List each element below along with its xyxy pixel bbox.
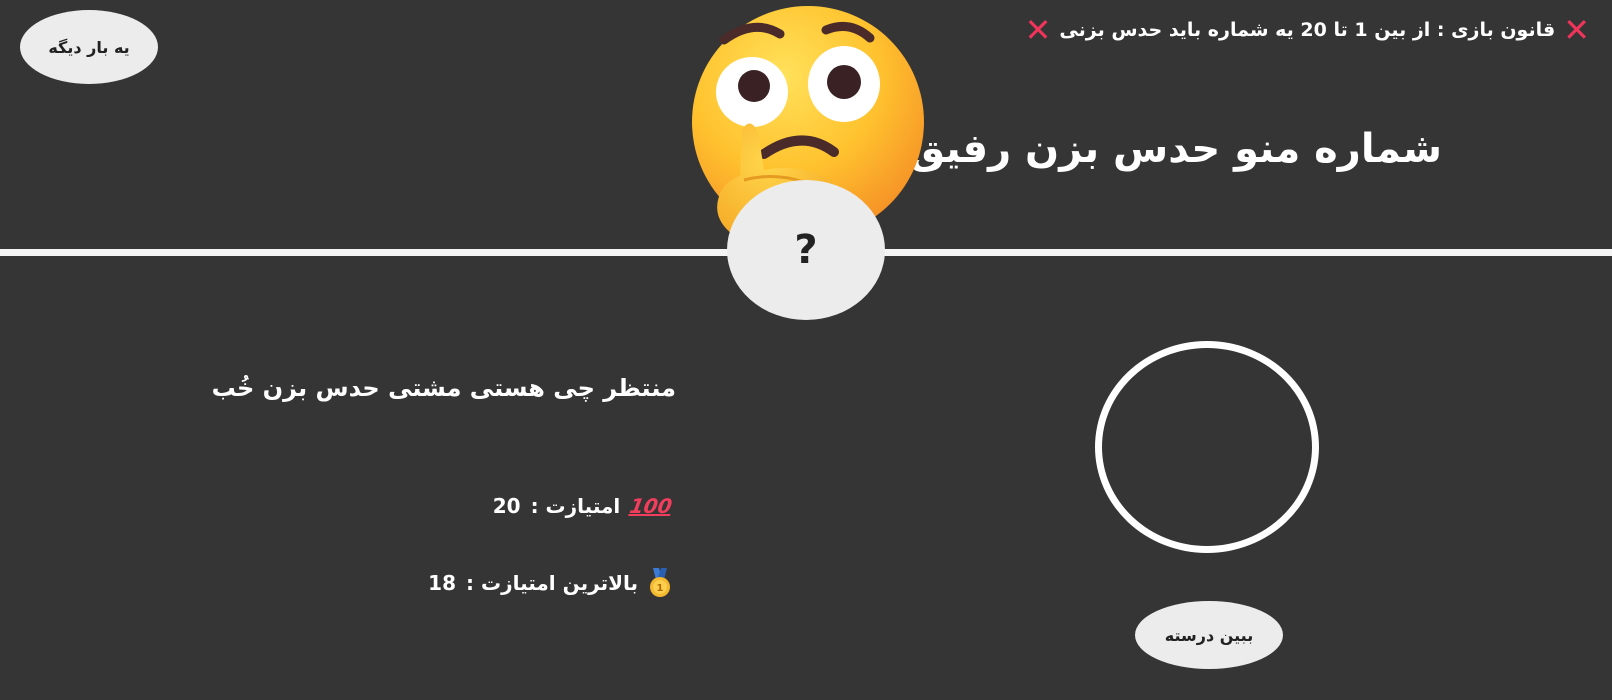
svg-text:1: 1 bbox=[657, 583, 664, 594]
page-title: شماره منو حدس بزن رفیق bbox=[909, 126, 1442, 172]
guess-input[interactable] bbox=[1095, 341, 1319, 553]
highscore-value: 18 bbox=[428, 571, 457, 595]
check-button[interactable]: ببین درسته bbox=[1135, 601, 1283, 669]
rule-text: قانون بازی : از بین 1 تا 20 یه شماره بای… bbox=[1059, 19, 1556, 41]
close-x-icon: ✕ bbox=[1024, 11, 1052, 49]
score-label: امتیازت : bbox=[530, 494, 621, 518]
medal-icon: 1 bbox=[650, 568, 670, 597]
status-message: منتظر چی هستی مشتی حدس بزن خُب bbox=[211, 374, 676, 402]
again-button[interactable]: یه بار دیگه bbox=[20, 10, 158, 84]
hundred-points-icon: 100 bbox=[628, 494, 675, 518]
score-row: 100 امتیازت : 20 bbox=[492, 494, 675, 518]
highscore-label: بالاترین امتیازت : bbox=[466, 571, 638, 595]
rule-banner: ✕ قانون بازی : از بین 1 تا 20 یه شماره ب… bbox=[1025, 14, 1590, 46]
secret-number-badge: ? bbox=[727, 180, 885, 320]
highscore-row: 1 بالاترین امتیازت : 18 bbox=[428, 568, 672, 598]
game-page: یه بار دیگه ✕ قانون بازی : از بین 1 تا 2… bbox=[0, 0, 1612, 700]
close-x-icon: ✕ bbox=[1563, 11, 1590, 49]
score-value: 20 bbox=[492, 494, 521, 518]
